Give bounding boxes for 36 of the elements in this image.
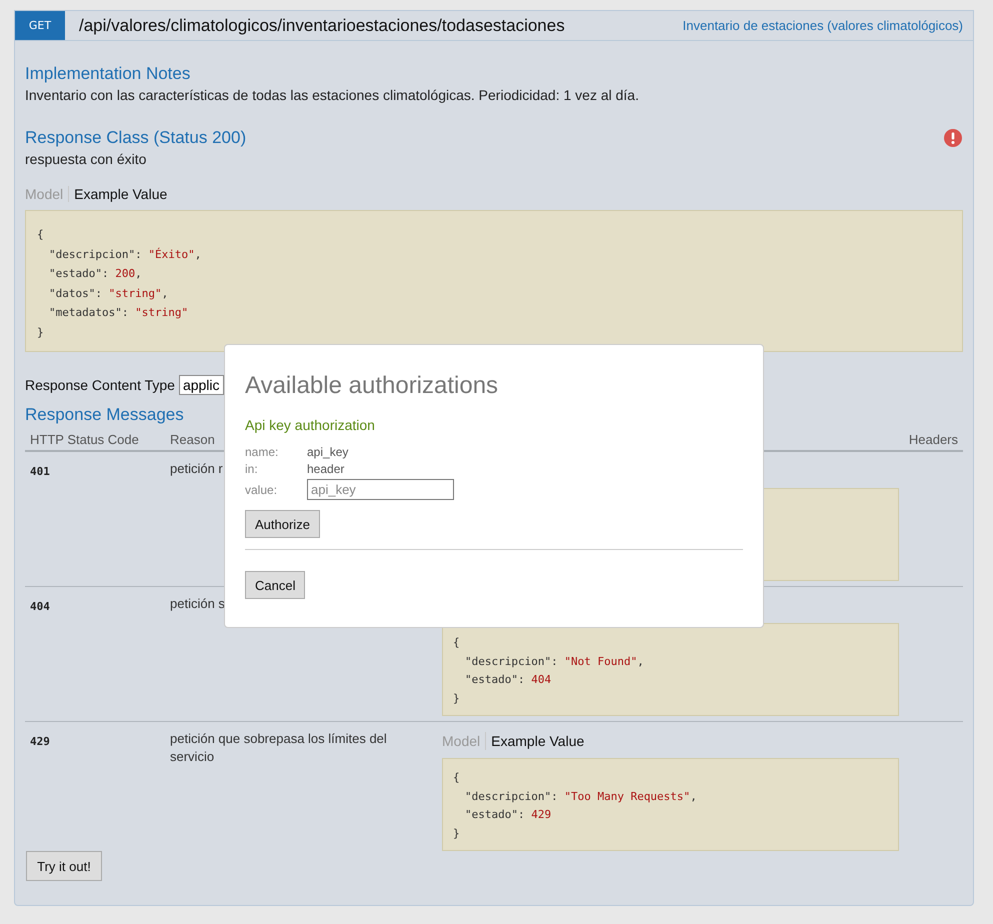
field-value: api_key [307, 445, 350, 459]
column-header: Headers [908, 431, 959, 449]
status-code: 401 [29, 464, 51, 480]
reason-text: petición que sobrepasa los límites del servicio [170, 730, 388, 766]
column-header: Reason [169, 431, 216, 449]
section-heading: Implementation Notes [25, 63, 190, 85]
content-type-select[interactable]: applic [178, 375, 224, 395]
try-button[interactable]: Try it out! [26, 851, 102, 881]
reason-text: petición s [170, 595, 225, 613]
method-badge: GET [15, 11, 65, 40]
snippet-tab[interactable]: Example Value [68, 186, 172, 202]
endpoint-path[interactable]: /api/valores/climatologicos/inventarioestaciones/todasestaciones [79, 16, 683, 36]
status-code: 429 [29, 734, 51, 750]
reason-text: petición r [170, 460, 223, 478]
notes-text: Inventario con las características de todas las estaciones climatológicas. Periodicidad: 1 vez al día. [25, 86, 640, 105]
section-heading: Response Class (Status 200) [25, 127, 246, 149]
field-label: in: [245, 462, 259, 476]
status-code: 404 [29, 599, 51, 615]
cancel-button[interactable]: Cancel [245, 571, 306, 599]
authorize-button[interactable]: Authorize [245, 510, 320, 538]
code-block: { "descripcion": "Too Many Requests", "estado": 429 } [442, 758, 899, 851]
code-block: { "descripcion": "Not Found", "estado": 404 } [442, 623, 899, 716]
field-label: value: [245, 482, 278, 496]
endpoint-summary[interactable]: Inventario de estaciones (valores climatológicos) [682, 18, 963, 33]
response-description: respuesta con éxito [25, 150, 148, 169]
dialog-subtitle: Api key authorization [245, 417, 376, 433]
content-type-label: Response Content Type [25, 377, 175, 393]
section-heading: Response Messages [25, 404, 184, 426]
column-header: HTTP Status Code [29, 431, 140, 449]
field-label: name: [245, 445, 280, 459]
dialog-title: Available authorizations [245, 371, 500, 401]
error-icon [944, 129, 962, 147]
snippet-tab[interactable]: Example Value [485, 732, 590, 750]
api-key-input[interactable]: api_key [307, 479, 454, 500]
code-block: { "descripcion": "Éxito", "estado": 200, "datos": "string", "metadatos": "string" } [25, 210, 963, 352]
field-value: header [307, 462, 346, 476]
